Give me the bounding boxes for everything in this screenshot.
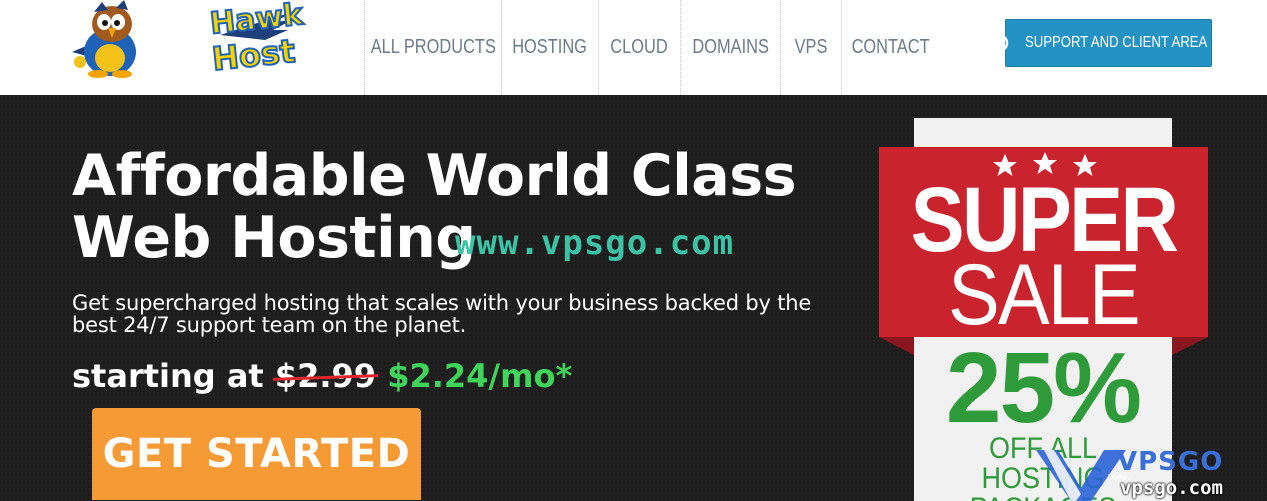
lifebuoy-icon <box>990 33 1009 53</box>
nav-contact[interactable]: CONTACT <box>841 0 939 95</box>
nav-domains[interactable]: DOMAINS <box>680 0 780 95</box>
price-prefix: starting at <box>72 357 264 395</box>
hawkhost-logo[interactable]: Hawk Host <box>70 0 306 80</box>
get-started-button[interactable]: GET STARTED <box>92 408 421 500</box>
ribbon-fold-right <box>1172 337 1208 355</box>
center-watermark-url: www.vpsgo.com <box>455 223 735 263</box>
nav-label: CONTACT <box>851 36 930 58</box>
main-nav: ALL PRODUCTS HOSTING CLOUD DOMAINS VPS C… <box>364 0 939 95</box>
support-button-label: SUPPORT AND CLIENT AREA <box>1025 34 1208 51</box>
headline-line-1: Affordable World Class <box>72 143 797 209</box>
ribbon-fold-left <box>879 337 914 355</box>
pricing-line: starting at $2.99 $2.24/mo* <box>72 357 572 395</box>
nav-label: VPS <box>794 36 828 58</box>
nav-cloud[interactable]: CLOUD <box>598 0 680 95</box>
nav-label: HOSTING <box>512 36 588 58</box>
old-price: $2.99 <box>272 357 379 395</box>
nav-vps[interactable]: VPS <box>780 0 841 95</box>
corner-watermark-brand: VPSGO <box>1117 447 1224 477</box>
new-price: $2.24/mo* <box>387 357 573 395</box>
corner-watermark-url: vpsgo.com <box>1120 477 1223 499</box>
sale-title-sale: SALE <box>948 247 1141 343</box>
discount-percent: 25% <box>945 332 1142 444</box>
nav-label: DOMAINS <box>692 36 769 58</box>
nav-all-products[interactable]: ALL PRODUCTS <box>364 0 501 95</box>
support-client-area-button[interactable]: SUPPORT AND CLIENT AREA <box>990 19 1212 67</box>
site-header: Hawk Host ALL PRODUCTS HOSTING CLOUD DOM… <box>0 0 1267 95</box>
nav-hosting[interactable]: HOSTING <box>501 0 598 95</box>
hero-subtext: Get supercharged hosting that scales wit… <box>72 291 812 337</box>
nav-label: ALL PRODUCTS <box>370 36 496 58</box>
nav-label: CLOUD <box>610 36 669 58</box>
